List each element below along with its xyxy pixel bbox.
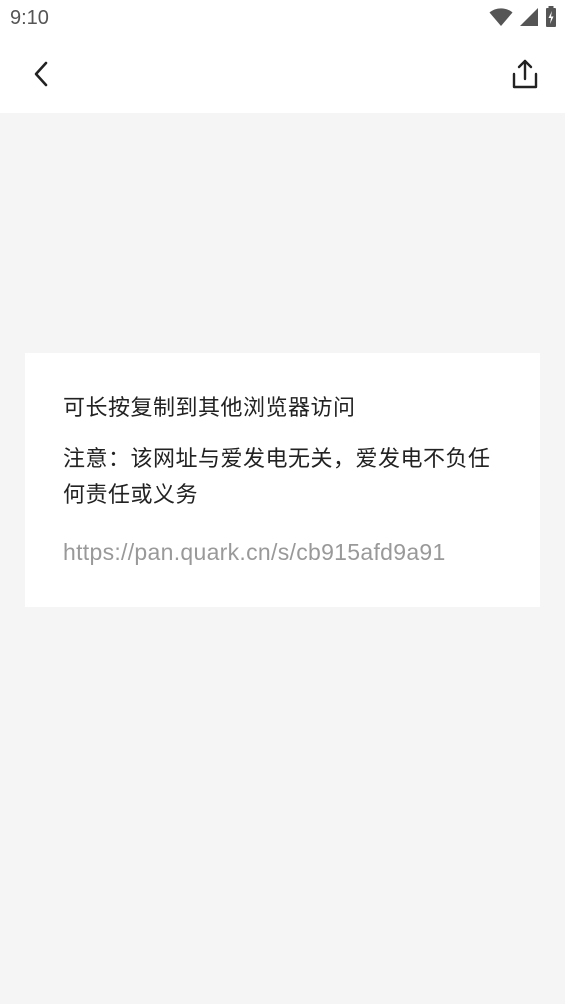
wifi-icon bbox=[489, 7, 513, 31]
status-time: 9:10 bbox=[10, 7, 49, 29]
disclaimer-text: 注意：该网址与爱发电无关，爱发电不负任何责任或义务 bbox=[63, 447, 491, 508]
copy-hint-text: 可长按复制到其他浏览器访问 bbox=[63, 396, 356, 421]
link-card: 可长按复制到其他浏览器访问 注意：该网址与爱发电无关，爱发电不负任何责任或义务 … bbox=[25, 353, 540, 607]
content-area: 可长按复制到其他浏览器访问 注意：该网址与爱发电无关，爱发电不负任何责任或义务 … bbox=[0, 113, 565, 1004]
signal-icon bbox=[519, 7, 539, 31]
back-button[interactable] bbox=[22, 56, 62, 96]
battery-icon bbox=[545, 6, 557, 32]
status-icons bbox=[489, 6, 557, 32]
nav-bar bbox=[0, 38, 565, 113]
status-bar: 9:10 bbox=[0, 0, 565, 38]
share-button[interactable] bbox=[503, 54, 547, 98]
share-icon bbox=[511, 58, 539, 94]
url-text[interactable]: https://pan.quark.cn/s/cb915afd9a91 bbox=[63, 536, 502, 568]
chevron-left-icon bbox=[31, 61, 53, 91]
